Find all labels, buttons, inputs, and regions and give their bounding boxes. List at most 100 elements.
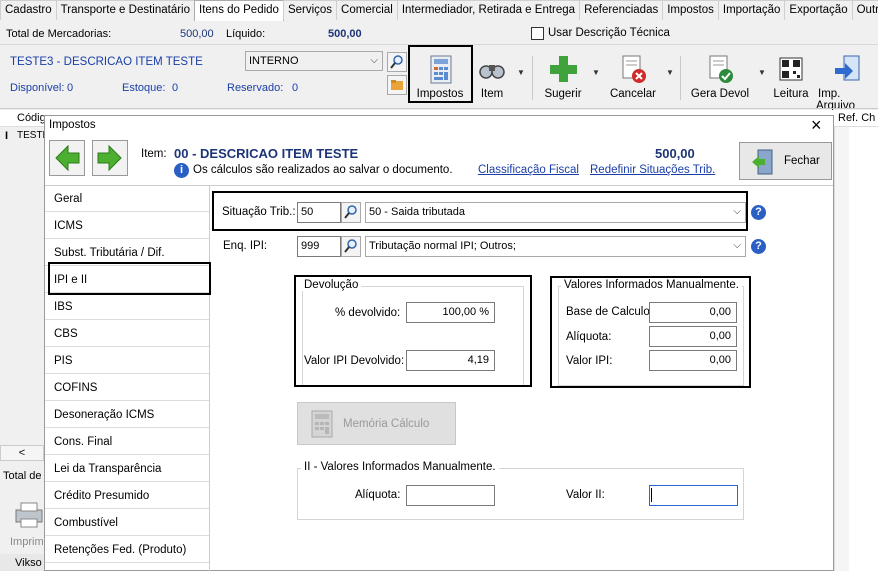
- valor-ipi-input[interactable]: 0,00: [649, 350, 737, 371]
- highlight-impostos: [408, 45, 473, 103]
- tab-referenciadas[interactable]: Referenciadas: [579, 0, 664, 20]
- item-button[interactable]: Item: [474, 47, 510, 103]
- chevron-down-icon[interactable]: ▼: [592, 68, 600, 77]
- tab-itens-do-pedido[interactable]: Itens do Pedido: [194, 0, 284, 21]
- document-check-icon: [704, 53, 736, 85]
- tab-importacao[interactable]: Importação: [717, 0, 786, 20]
- chevron-down-icon[interactable]: ▼: [666, 68, 674, 77]
- valor-ipi-label: Valor IPI:: [566, 355, 613, 367]
- fechar-label: Fechar: [784, 155, 820, 167]
- sidebar-item-cons-final[interactable]: Cons. Final: [45, 429, 209, 455]
- sidebar-item-credito-presumido[interactable]: Crédito Presumido: [45, 483, 209, 509]
- total-label: Total de: [3, 470, 42, 482]
- sidebar-item-cbs[interactable]: CBS: [45, 321, 209, 347]
- tab-servicos[interactable]: Serviços: [282, 0, 338, 20]
- binoculars-icon: [476, 53, 508, 85]
- ii-valor-input[interactable]: [649, 485, 738, 506]
- situacao-select[interactable]: 50 - Saida tributada ⌵: [365, 202, 746, 223]
- tab-exportacao[interactable]: Exportação: [784, 0, 853, 20]
- dialog-titlebar: [45, 116, 833, 138]
- next-item-button[interactable]: [92, 140, 128, 176]
- help-icon[interactable]: ?: [751, 205, 766, 220]
- sidebar-item-cofins[interactable]: COFINS: [45, 375, 209, 401]
- estoque-label: Estoque:: [122, 82, 166, 94]
- printer-icon[interactable]: [12, 500, 44, 530]
- sidebar-item-pis[interactable]: PIS: [45, 348, 209, 374]
- ii-aliquota-label: Alíquota:: [355, 489, 401, 501]
- main-tabs: Cadastro Transporte e Destinatário Itens d…: [0, 0, 878, 21]
- sidebar-item-desoneracao-icms[interactable]: Desoneração ICMS: [45, 402, 209, 428]
- enq-code-input[interactable]: 999: [297, 236, 341, 257]
- sugerir-label: Sugerir: [544, 88, 582, 100]
- sidebar-item-retencoes-fed-produto[interactable]: Retenções Fed. (Produto): [45, 537, 209, 563]
- sidebar: GeralICMSSubst. Tributária / Dif. Alíquo…: [45, 186, 210, 571]
- reservado-label: Reservado:: [227, 82, 284, 94]
- text-cursor: [651, 488, 652, 502]
- toolbar-separator: [532, 56, 533, 100]
- imprimir-label: Imprim: [10, 536, 44, 548]
- sidebar-item-geral[interactable]: Geral: [45, 186, 209, 212]
- close-icon[interactable]: ×: [811, 115, 822, 136]
- leitura-button[interactable]: Leitura: [770, 47, 812, 103]
- search-icon[interactable]: [341, 236, 361, 257]
- previous-item-button[interactable]: [49, 140, 85, 176]
- classificacao-fiscal-link[interactable]: Classificação Fiscal: [478, 164, 579, 176]
- base-calculo-label: Base de Calculo:: [566, 306, 653, 318]
- imp-arquivo-button[interactable]: Imp. Arquivo: [816, 47, 878, 112]
- tab-comercial[interactable]: Comercial: [336, 0, 398, 20]
- chevron-down-icon[interactable]: ▼: [758, 68, 766, 77]
- chevron-down-icon: ⌵: [370, 55, 378, 66]
- item-label: Item:: [141, 148, 167, 160]
- gera-devol-button[interactable]: Gera Devol: [689, 47, 751, 103]
- item-value: 500,00: [655, 146, 695, 161]
- sidebar-item-combustivel[interactable]: Combustível: [45, 510, 209, 536]
- sidebar-item-icms[interactable]: ICMS: [45, 213, 209, 239]
- usar-descricao-checkbox[interactable]: [531, 27, 544, 40]
- exit-door-icon: [752, 149, 773, 175]
- cancelar-label: Cancelar: [609, 88, 657, 100]
- tab-cadastro[interactable]: Cadastro: [0, 0, 57, 20]
- pct-devolvido-label: % devolvido:: [335, 307, 401, 319]
- tab-transporte-e-destinatario[interactable]: Transporte e Destinatário: [55, 0, 196, 20]
- disponivel-label: Disponível:: [10, 82, 65, 94]
- vertical-scrollbar[interactable]: [834, 127, 849, 571]
- sugerir-button[interactable]: Sugerir: [540, 47, 586, 103]
- cancelar-button[interactable]: Cancelar: [606, 47, 660, 103]
- total-mercadorias-label: Total de Mercadorias:: [6, 28, 112, 40]
- folder-icon[interactable]: [387, 75, 407, 95]
- pct-devolvido-input[interactable]: 100,00 %: [406, 302, 495, 323]
- sidebar-item-lei-da-transparencia[interactable]: Lei da Transparência: [45, 456, 209, 482]
- item-description: TESTE3 - DESCRICAO ITEM TESTE: [10, 56, 203, 68]
- search-icon[interactable]: [387, 52, 407, 72]
- aliquota-input[interactable]: 0,00: [649, 326, 737, 347]
- divider: [0, 108, 878, 109]
- situacao-code-input[interactable]: 50: [297, 202, 341, 223]
- fechar-button[interactable]: Fechar: [739, 142, 832, 180]
- disponivel-value: 0: [67, 82, 74, 94]
- help-icon[interactable]: ?: [751, 239, 766, 254]
- search-icon[interactable]: [341, 202, 361, 223]
- interno-select[interactable]: INTERNO ⌵: [245, 51, 383, 71]
- tab-outros[interactable]: Outros: [851, 0, 878, 20]
- ii-title: II - Valores Informados Manualmente.: [301, 461, 499, 473]
- memoria-calculo-button[interactable]: Memória Cálculo: [297, 402, 456, 445]
- info-text: Os cálculos são realizados ao salvar o d…: [193, 164, 453, 176]
- item-label: Item: [480, 88, 504, 100]
- scroll-left-icon[interactable]: <: [0, 445, 44, 461]
- ref-column-header: Ref. Ch: [838, 112, 876, 124]
- chevron-down-icon[interactable]: ▼: [517, 68, 525, 77]
- info-icon: i: [174, 163, 189, 178]
- redefinir-link[interactable]: Redefinir Situações Trib.: [590, 164, 715, 176]
- valor-ipi-devolvido-input[interactable]: 4,19: [406, 350, 495, 371]
- ii-aliquota-input[interactable]: [406, 485, 495, 506]
- base-calculo-input[interactable]: 0,00: [649, 302, 737, 323]
- row-cursor-icon: I: [5, 130, 9, 142]
- tab-impostos[interactable]: Impostos: [662, 0, 719, 20]
- chevron-down-icon: ⌵: [733, 240, 741, 251]
- tab-intermediador-retirada-e-entrega[interactable]: Intermediador, Retirada e Entrega: [396, 0, 581, 20]
- toolbar-separator: [680, 56, 681, 100]
- sidebar-item-ibs[interactable]: IBS: [45, 294, 209, 320]
- liquido-label: Líquido:: [226, 28, 266, 40]
- valor-ipi-devolvido-label: Valor IPI Devolvido:: [304, 355, 405, 367]
- enq-ipi-select[interactable]: Tributação normal IPI; Outros; ⌵: [365, 236, 746, 257]
